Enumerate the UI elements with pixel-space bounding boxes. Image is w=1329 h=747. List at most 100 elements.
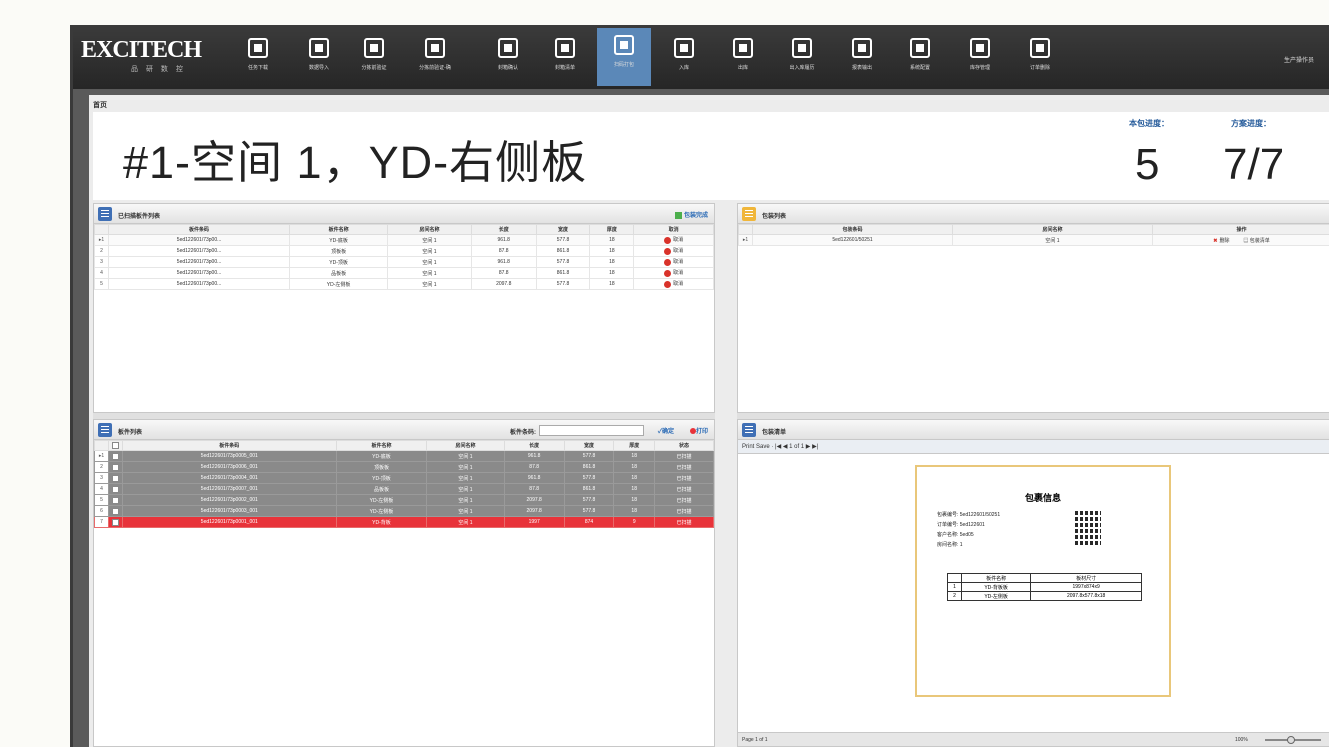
history-icon bbox=[792, 38, 812, 58]
table-cell: 961.8 bbox=[503, 472, 565, 484]
row-checkbox[interactable] bbox=[112, 452, 119, 460]
package-report-title: 包装清单 bbox=[762, 430, 787, 436]
table-cell: 5ed122601/73p00... bbox=[107, 278, 291, 290]
row-checkbox-cell[interactable] bbox=[108, 483, 123, 495]
toolbar-item[interactable]: 库存管理 bbox=[953, 31, 1007, 83]
col-operation[interactable]: 操作 bbox=[1152, 224, 1329, 235]
row-checkbox-cell[interactable] bbox=[108, 494, 123, 506]
column-header[interactable]: 板件条码 bbox=[122, 440, 337, 451]
table-row[interactable]: 3 5ed122601/73p00... YD-顶板 空间 1 961.8 577.8 18… bbox=[94, 256, 714, 268]
col-package-code[interactable]: 包装条码 bbox=[752, 224, 953, 235]
table-cell: 861.8 bbox=[535, 245, 591, 257]
select-all-checkbox[interactable] bbox=[112, 442, 119, 449]
toolbar-item[interactable]: 报表输出 bbox=[835, 31, 889, 83]
row-checkbox[interactable] bbox=[112, 463, 119, 471]
column-header[interactable]: 宽度 bbox=[563, 440, 615, 451]
table-cell: YD-左侧板 bbox=[289, 278, 389, 290]
table-cell: 961.8 bbox=[470, 256, 537, 268]
column-header[interactable]: 状态 bbox=[653, 440, 714, 451]
column-header[interactable]: 房间名称 bbox=[426, 440, 505, 451]
row-number-header bbox=[94, 440, 109, 451]
cancel-button[interactable]: 取消 bbox=[633, 256, 714, 268]
table-cell: 2097.8 bbox=[470, 278, 537, 290]
table-cell: 5ed122601/73p0006_001 bbox=[122, 461, 337, 473]
table-row[interactable]: ▸1 5ed122601/73p0005_001 YD-底板 空间 1 961.8 577… bbox=[94, 450, 714, 462]
table-row[interactable]: ▸1 5ed122601/50251 空间 1 ✖ 删除 ▤ 包装清单 bbox=[738, 234, 1329, 246]
table-row[interactable]: ▸1 5ed122601/73p00... YD-底板 空间 1 961.8 577.8 1… bbox=[94, 234, 714, 246]
row-checkbox[interactable] bbox=[112, 485, 119, 493]
report-viewer: 包裹信息 包裹编号: 5ed122601/50251 订单编号: 5ed1226… bbox=[738, 455, 1329, 732]
toolbar-item[interactable]: 数据导入 bbox=[292, 31, 346, 83]
table-row[interactable]: 4 5ed122601/73p00... 品板板 空间 1 87.8 861.8 18 取消 bbox=[94, 267, 714, 279]
column-header[interactable]: 宽度 bbox=[535, 224, 591, 235]
package-complete-checkbox[interactable]: 包装完成 bbox=[674, 210, 708, 219]
zoom-control[interactable]: 100% bbox=[1205, 736, 1325, 744]
toolbar-item[interactable]: 任务下载 bbox=[231, 31, 285, 83]
row-checkbox[interactable] bbox=[112, 496, 119, 504]
select-all-header[interactable] bbox=[108, 440, 123, 451]
toolbar-item[interactable]: 入库 bbox=[657, 31, 711, 83]
col-room-name[interactable]: 房间名称 bbox=[952, 224, 1153, 235]
row-checkbox[interactable] bbox=[112, 507, 119, 515]
column-header[interactable]: 房间名称 bbox=[387, 224, 472, 235]
table-cell: 9 bbox=[613, 516, 655, 528]
table-row[interactable]: 6 5ed122601/73p0003_001 YD-左侧板 空间 1 2097.8 57… bbox=[94, 505, 714, 517]
package-label-card: 包裹信息 包裹编号: 5ed122601/50251 订单编号: 5ed1226… bbox=[915, 465, 1171, 697]
package-list-button[interactable]: ▤ 包装清单 bbox=[1243, 238, 1269, 244]
row-checkbox-cell[interactable] bbox=[108, 505, 123, 517]
column-header[interactable]: 板件名称 bbox=[289, 224, 389, 235]
user-name[interactable]: 生产操作员 bbox=[1284, 55, 1314, 64]
cart-icon bbox=[364, 38, 384, 58]
report-toolbar[interactable]: Print Save · |◀ ◀ 1 of 1 ▶ ▶| bbox=[738, 440, 1329, 454]
row-checkbox-cell[interactable] bbox=[108, 461, 123, 473]
toolbar-item[interactable]: 订单删除 bbox=[1013, 31, 1067, 83]
table-row[interactable]: 2 5ed122601/73p0006_001 顶板板 空间 1 87.8 861.8 18… bbox=[94, 461, 714, 473]
toolbar-item[interactable]: 出库 bbox=[716, 31, 770, 83]
row-checkbox[interactable] bbox=[112, 474, 119, 482]
toolbar-item[interactable]: 分拣前验证-确 bbox=[408, 31, 462, 83]
row-checkbox-cell[interactable] bbox=[108, 516, 123, 528]
package-code: 5ed122601/50251 bbox=[752, 234, 953, 246]
column-header[interactable]: 厚度 bbox=[589, 224, 635, 235]
column-header[interactable]: 厚度 bbox=[613, 440, 655, 451]
breadcrumb[interactable]: 首页 bbox=[93, 100, 107, 110]
table-row[interactable]: 2 5ed122601/73p00... 顶板板 空间 1 87.8 861.8 18 取消 bbox=[94, 245, 714, 257]
zoom-slider-handle[interactable] bbox=[1287, 736, 1295, 744]
delete-button[interactable]: ✖ 删除 bbox=[1213, 238, 1229, 244]
clipboard-icon bbox=[555, 38, 575, 58]
row-checkbox-cell[interactable] bbox=[108, 472, 123, 484]
row-number-header bbox=[738, 224, 753, 235]
toolbar-item-label: 入库 bbox=[678, 65, 689, 71]
cancel-button[interactable]: 取消 bbox=[633, 245, 714, 257]
cancel-button[interactable]: 取消 bbox=[633, 234, 714, 246]
column-header[interactable]: 板件条码 bbox=[107, 224, 291, 235]
toolbar-item[interactable]: 分拣前验证 bbox=[347, 31, 401, 83]
import-icon bbox=[309, 38, 329, 58]
table-row[interactable]: 5 5ed122601/73p00... YD-左侧板 空间 1 2097.8 577.8… bbox=[94, 278, 714, 290]
cancel-button[interactable]: 取消 bbox=[633, 267, 714, 279]
cancel-button[interactable]: 取消 bbox=[633, 278, 714, 290]
package-progress-label: 本包进度： bbox=[1129, 119, 1169, 128]
toolbar-item[interactable]: 扫码打包 bbox=[597, 28, 651, 86]
toolbar-item-label: 订单删除 bbox=[1029, 65, 1050, 71]
table-row[interactable]: 7 5ed122601/73p0001_001 YD-背板 空间 1 1997 874 9 已… bbox=[94, 516, 714, 528]
table-row[interactable]: 4 5ed122601/73p0007_001 品板板 空间 1 87.8 861.8 18… bbox=[94, 483, 714, 495]
toolbar-item[interactable]: 出入库履历 bbox=[775, 31, 829, 83]
toolbar-item-label: 封箱清单 bbox=[554, 65, 575, 71]
table-row[interactable]: 3 5ed122601/73p0004_001 YD-顶板 空间 1 961.8 577.… bbox=[94, 472, 714, 484]
part-code-input[interactable] bbox=[539, 425, 644, 436]
qr-code-overlay bbox=[1075, 511, 1101, 545]
column-header[interactable]: 长度 bbox=[503, 440, 565, 451]
table-row[interactable]: 5 5ed122601/73p0002_001 YD-左侧板 空间 1 2097.8 57… bbox=[94, 494, 714, 506]
column-header[interactable]: 板件名称 bbox=[335, 440, 428, 451]
row-checkbox-cell[interactable] bbox=[108, 450, 123, 462]
toolbar-item[interactable]: 封箱确认 bbox=[481, 31, 535, 83]
toolbar-item[interactable]: 系统配置 bbox=[893, 31, 947, 83]
package-list-header: 包装列表 bbox=[738, 204, 1329, 224]
print-button[interactable]: 打印 bbox=[689, 426, 708, 435]
confirm-button[interactable]: ✓确定 bbox=[658, 426, 674, 435]
row-checkbox[interactable] bbox=[112, 518, 119, 526]
column-header[interactable]: 长度 bbox=[470, 224, 537, 235]
toolbar-item[interactable]: 封箱清单 bbox=[538, 31, 592, 83]
column-header[interactable]: 取消 bbox=[633, 224, 714, 235]
